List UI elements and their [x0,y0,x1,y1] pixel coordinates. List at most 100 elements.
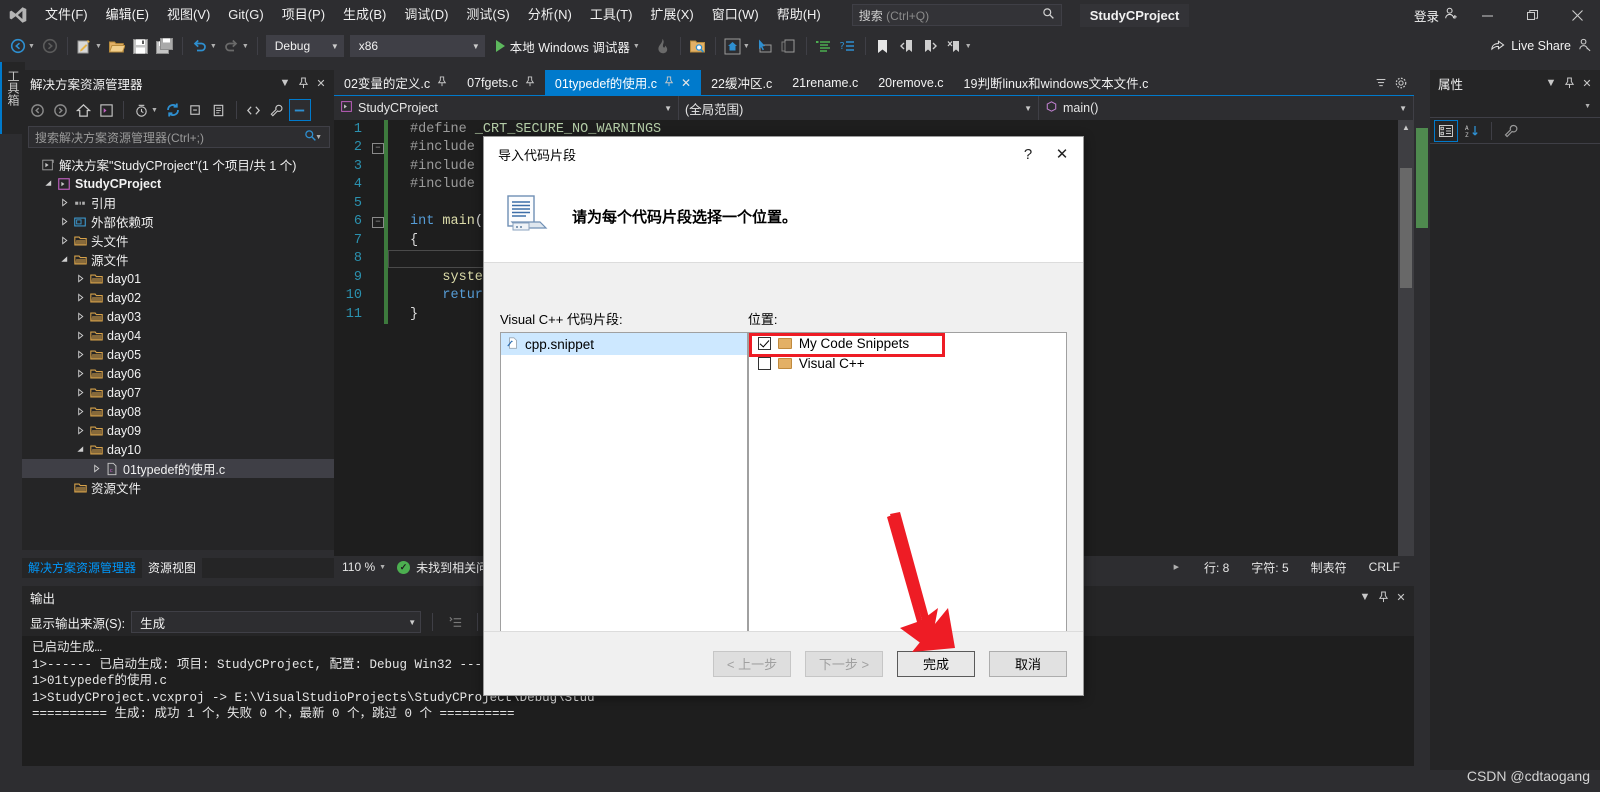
cancel-button[interactable]: 取消 [989,650,1067,677]
select-element-icon[interactable] [753,34,777,58]
editor-tab[interactable]: 07fgets.c [457,70,545,95]
tree-node[interactable]: 资源文件 [22,478,334,497]
output-source-combo[interactable]: 生成 ▼ [131,611,422,633]
editor-vertical-scrollbar[interactable]: ▲ [1398,120,1414,578]
location-list-item[interactable]: Visual C++ [749,353,1066,373]
tree-node[interactable]: day06 [22,364,334,383]
se-collapse-all-icon[interactable] [185,99,207,121]
output-pin-icon[interactable] [1374,587,1392,607]
navigate-forward-icon[interactable] [38,34,62,58]
clear-bookmarks-icon[interactable] [943,34,967,58]
se-back-icon[interactable] [26,99,48,121]
tree-node[interactable]: day07 [22,383,334,402]
tree-collapsed-twisty-icon[interactable] [74,331,87,340]
tab-close-icon[interactable]: ✕ [681,76,691,90]
se-solution-icon[interactable] [95,99,117,121]
scroll-up-arrow-icon[interactable]: ▲ [1398,120,1414,134]
editor-tab[interactable]: 02变量的定义.c [334,70,457,95]
save-all-icon[interactable] [153,34,177,58]
location-checkbox[interactable] [757,356,771,370]
open-file-icon[interactable] [105,34,129,58]
bookmark-icon[interactable] [871,34,895,58]
tree-collapsed-twisty-icon[interactable] [74,274,87,283]
hot-reload-icon[interactable] [651,34,675,58]
editor-tab[interactable]: 19判断linux和windows文本文件.c [954,70,1159,95]
tab-resource-view[interactable]: 资源视图 [142,557,203,578]
menu-analyze[interactable]: 分析(N) [519,0,581,30]
copy-layout-icon[interactable] [777,34,801,58]
redo-dropdown-icon[interactable]: ▼ [242,43,252,50]
tree-node[interactable]: day05 [22,345,334,364]
editor-tab[interactable]: 21rename.c [782,70,868,95]
tree-collapsed-twisty-icon[interactable] [74,293,87,302]
properties-menu-icon[interactable]: ▼ [1542,73,1560,93]
property-pages-icon[interactable] [1499,120,1523,142]
tree-node[interactable]: day02 [22,288,334,307]
menu-tools[interactable]: 工具(T) [581,0,642,30]
pin-icon[interactable] [294,73,312,93]
tree-node[interactable]: day04 [22,326,334,345]
tree-collapsed-twisty-icon[interactable] [74,407,87,416]
se-pending-dropdown-icon[interactable]: ▼ [151,107,161,114]
fold-margin[interactable]: − [372,142,384,154]
se-preview-selected-icon[interactable] [288,99,311,121]
menu-help[interactable]: 帮助(H) [768,0,830,30]
dialog-close-button[interactable]: ✕ [1045,139,1079,169]
finish-button[interactable]: 完成 [897,650,975,677]
tree-collapsed-twisty-icon[interactable] [90,464,103,473]
tree-node[interactable]: 引用 [22,193,334,212]
tree-collapsed-twisty-icon[interactable] [74,426,87,435]
tab-list-icon[interactable] [1372,73,1390,93]
menu-edit[interactable]: 编辑(E) [97,0,158,30]
output-find-message-icon[interactable] [444,611,466,633]
tree-expanded-twisty-icon[interactable] [42,179,55,188]
tree-node[interactable]: 解决方案"StudyCProject"(1 个项目/共 1 个) [22,155,334,174]
tree-collapsed-twisty-icon[interactable] [58,236,71,245]
menu-file[interactable]: 文件(F) [36,0,97,30]
menu-git[interactable]: Git(G) [219,0,272,30]
tab-pin-icon[interactable] [525,75,535,90]
global-search-input[interactable]: 搜索 (Ctrl+Q) [851,4,1062,26]
tree-node[interactable]: 外部依赖项 [22,212,334,231]
navigate-back-icon[interactable] [6,34,30,58]
tree-expanded-twisty-icon[interactable] [74,445,87,454]
tree-node[interactable]: day01 [22,269,334,288]
navigate-back-dropdown-icon[interactable]: ▼ [28,43,38,50]
tree-collapsed-twisty-icon[interactable] [74,369,87,378]
undo-icon[interactable] [188,34,212,58]
tree-node[interactable]: 头文件 [22,231,334,250]
sign-in-button[interactable]: 登录 [1408,6,1465,25]
menu-window[interactable]: 窗口(W) [703,0,768,30]
solution-platform-combo[interactable]: x86 ▼ [349,35,485,57]
navbar-member-combo[interactable]: main() ▼ [1039,96,1414,120]
se-forward-icon[interactable] [49,99,71,121]
location-checkbox[interactable] [757,336,771,350]
fold-margin[interactable]: − [372,216,384,228]
se-refresh-icon[interactable] [162,99,184,121]
properties-close-icon[interactable]: ✕ [1578,73,1596,93]
menu-view[interactable]: 视图(V) [158,0,219,30]
output-close-icon[interactable]: ✕ [1392,587,1410,607]
prev-bookmark-icon[interactable] [895,34,919,58]
comment-lines-icon[interactable]: ? [836,34,860,58]
tree-collapsed-twisty-icon[interactable] [58,198,71,207]
se-show-all-files-icon[interactable] [208,99,230,121]
editor-tab[interactable]: 20remove.c [868,70,953,95]
undo-dropdown-icon[interactable]: ▼ [210,43,220,50]
properties-object-combo[interactable]: ▼ [1430,96,1600,118]
redo-icon[interactable] [220,34,244,58]
tree-expanded-twisty-icon[interactable] [58,255,71,264]
status-expand-icon[interactable]: ▶ [1174,563,1182,571]
snippet-list-item[interactable]: cpp.snippet [501,333,747,355]
home-dropdown-icon[interactable]: ▼ [743,43,753,50]
tab-pin-icon[interactable] [664,75,674,90]
tree-collapsed-twisty-icon[interactable] [74,312,87,321]
se-properties-icon[interactable] [266,99,288,121]
tree-collapsed-twisty-icon[interactable] [74,388,87,397]
menu-test[interactable]: 测试(S) [457,0,518,30]
find-in-folder-icon[interactable] [686,34,710,58]
editor-tab[interactable]: 22缓冲区.c [701,70,782,95]
scrollbar-thumb[interactable] [1400,168,1412,288]
se-home-icon[interactable] [72,99,94,121]
chevron-down-icon[interactable]: ▼ [633,43,643,50]
